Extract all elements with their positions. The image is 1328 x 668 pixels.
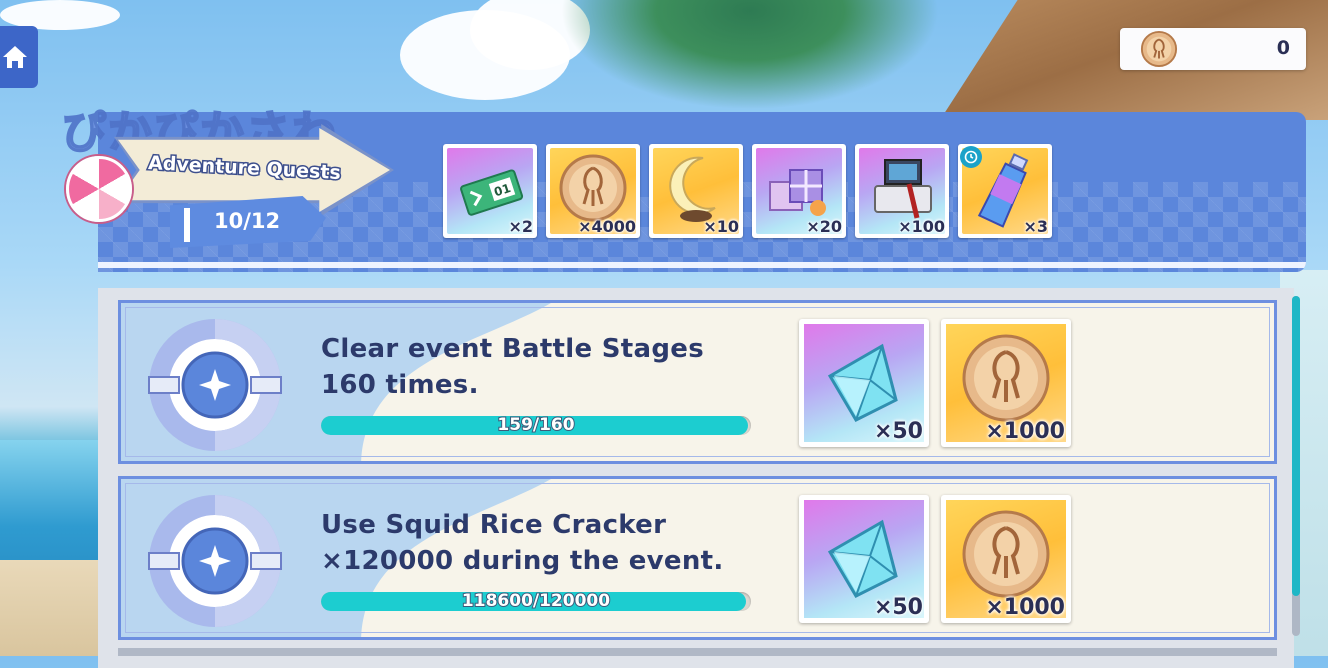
quest-progress-label: 159/160 bbox=[496, 416, 575, 435]
reward-qty: ×2 bbox=[508, 217, 533, 236]
currency-display: 0 bbox=[1120, 28, 1306, 70]
quest-rewards: ×50 ×1000 bbox=[799, 319, 1071, 447]
home-icon bbox=[3, 46, 27, 68]
clock-icon bbox=[960, 146, 982, 168]
quest-rewards: ×50 ×1000 bbox=[799, 495, 1071, 623]
tag-stripe bbox=[184, 208, 190, 242]
quest-card[interactable]: Use Squid Rice Cracker ×120000 during th… bbox=[118, 476, 1277, 640]
reward-item[interactable]: ×4000 bbox=[546, 144, 640, 238]
reward-qty: ×100 bbox=[898, 217, 945, 236]
sand bbox=[0, 560, 110, 656]
reward-qty: ×50 bbox=[873, 595, 923, 620]
reward-qty: ×3 bbox=[1023, 217, 1048, 236]
palm-leaves bbox=[560, 0, 940, 110]
reward-item[interactable]: ×100 bbox=[855, 144, 949, 238]
quest-progress-bar: 118600/120000 bbox=[321, 592, 751, 611]
banner-divider bbox=[98, 262, 1306, 268]
quest-progress-bar: 159/160 bbox=[321, 416, 751, 435]
squid-cracker-icon bbox=[1140, 30, 1178, 68]
quest-progress-tag: 10/12 bbox=[170, 196, 326, 248]
reward-item[interactable]: ×10 bbox=[649, 144, 743, 238]
beach-ball-icon bbox=[66, 156, 132, 222]
quest-reward-item[interactable]: ×50 bbox=[799, 495, 929, 623]
quest-reward-item[interactable]: ×1000 bbox=[941, 495, 1071, 623]
quest-progress-label: 118600/120000 bbox=[461, 592, 611, 611]
reward-item[interactable]: ×3 bbox=[958, 144, 1052, 238]
reward-qty: ×20 bbox=[806, 217, 842, 236]
quest-reward-item[interactable]: ×50 bbox=[799, 319, 929, 447]
reward-qty: ×1000 bbox=[985, 595, 1065, 620]
reward-item[interactable]: 01 ×2 bbox=[443, 144, 537, 238]
completion-reward-strip: 01 ×2 ×4000 ×10 ×20 ×100 ×3 bbox=[443, 144, 1052, 238]
quest-description: Use Squid Rice Cracker ×120000 during th… bbox=[321, 510, 724, 576]
currency-value: 0 bbox=[1276, 37, 1290, 59]
quest-card[interactable]: Clear event Battle Stages 160 times. 159… bbox=[118, 300, 1277, 464]
reward-item[interactable]: ×20 bbox=[752, 144, 846, 238]
reward-qty: ×4000 bbox=[578, 217, 636, 236]
lifebuoy-icon bbox=[148, 319, 282, 451]
next-quest-card-edge bbox=[118, 648, 1277, 656]
reward-qty: ×1000 bbox=[985, 419, 1065, 444]
quest-reward-item[interactable]: ×1000 bbox=[941, 319, 1071, 447]
home-button[interactable] bbox=[0, 26, 38, 88]
quest-progress-count: 10/12 bbox=[214, 209, 281, 233]
lifebuoy-icon bbox=[148, 495, 282, 627]
quest-description: Clear event Battle Stages 160 times. bbox=[321, 334, 704, 400]
scrollbar-thumb[interactable] bbox=[1292, 296, 1300, 596]
reward-qty: ×50 bbox=[873, 419, 923, 444]
reward-qty: ×10 bbox=[703, 217, 739, 236]
